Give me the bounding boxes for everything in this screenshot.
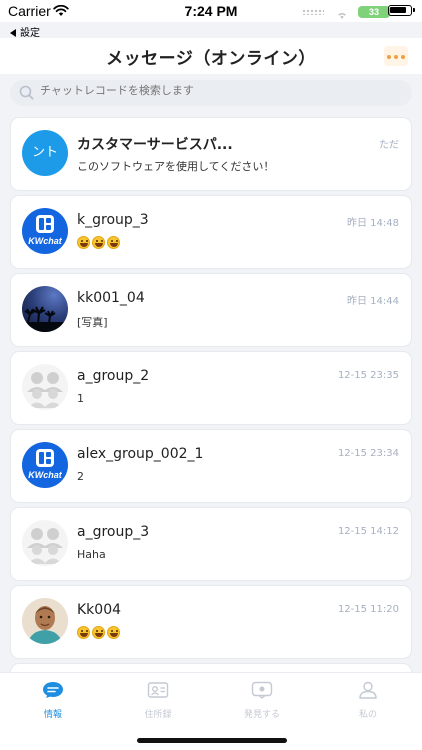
tab-profile[interactable]: 私の xyxy=(338,681,398,720)
person-cartoon-icon xyxy=(22,598,68,644)
background-status-icons: 33 xyxy=(302,6,392,19)
search-icon xyxy=(19,85,34,104)
conversation-time: 12-15 23:35 xyxy=(337,370,399,381)
conversation-name: kk001_04 xyxy=(77,290,145,306)
contacts-icon xyxy=(147,682,169,698)
more-options-button[interactable] xyxy=(384,46,408,66)
group-people-icon xyxy=(27,372,63,408)
conversation-preview xyxy=(77,626,122,640)
kwchat-avatar: KWchat xyxy=(22,208,68,254)
grinning-emoji-icon xyxy=(107,236,120,249)
conversation-preview: Haha xyxy=(77,548,106,561)
chat-bubble-icon xyxy=(43,682,63,698)
group-avatar xyxy=(22,364,68,410)
conversation-name: カスタマーサービスパ... xyxy=(77,137,233,153)
person-avatar xyxy=(22,598,68,644)
tab-label: 発見する xyxy=(243,710,280,720)
status-bar: Carrier 7:24 PM 33 xyxy=(0,0,422,22)
tab-messages[interactable]: 情報 xyxy=(23,681,83,720)
conversation-preview: 2 xyxy=(77,470,84,483)
night-sky-avatar xyxy=(22,286,68,332)
more-dot-icon xyxy=(387,55,391,59)
group-people-icon xyxy=(27,528,63,564)
tab-contacts[interactable]: 住所録 xyxy=(128,681,188,720)
grinning-emoji-icon xyxy=(107,626,120,639)
search-bar[interactable] xyxy=(10,80,412,106)
kwchat-avatar: KWchat xyxy=(22,442,68,488)
palm-trees-icon xyxy=(22,306,68,332)
more-dot-icon xyxy=(394,55,398,59)
grinning-emoji-icon xyxy=(92,236,105,249)
tab-discover[interactable]: 発見する xyxy=(232,681,292,720)
grinning-emoji-icon xyxy=(92,626,105,639)
profile-icon xyxy=(359,681,377,699)
battery-percent-badge: 33 xyxy=(358,6,390,18)
home-indicator[interactable] xyxy=(137,738,287,743)
conversation-item[interactable]: a_group_2 1 12-15 23:35 xyxy=(11,352,411,424)
conversation-time: ただ xyxy=(379,140,399,151)
group-avatar xyxy=(22,520,68,566)
signal-dots-icon xyxy=(302,9,324,15)
conversation-name: k_group_3 xyxy=(77,212,149,228)
battery-icon xyxy=(388,5,415,16)
kwchat-logo-icon xyxy=(36,449,54,467)
nav-bar: メッセージ（オンライン） xyxy=(0,38,422,74)
conversation-preview: 1 xyxy=(77,392,84,405)
discover-icon xyxy=(251,681,273,699)
tab-label: 住所録 xyxy=(144,710,172,720)
conversation-time: 昨日 14:48 xyxy=(347,218,399,229)
conversation-preview: [写真] xyxy=(77,316,108,329)
back-to-settings-link[interactable]: 設定 xyxy=(10,24,40,39)
conversation-item[interactable]: Kk004 12-15 11:20 xyxy=(11,586,411,658)
more-dot-icon xyxy=(401,55,405,59)
search-input[interactable] xyxy=(40,84,400,97)
wifi-icon xyxy=(336,7,348,25)
grinning-emoji-icon xyxy=(77,626,90,639)
conversation-item[interactable]: kk001_04 [写真] 昨日 14:44 xyxy=(11,274,411,346)
conversation-name: alex_group_002_1 xyxy=(77,446,204,462)
conversation-name: a_group_3 xyxy=(77,524,150,540)
tab-label: 私の xyxy=(358,710,377,720)
conversation-time: 12-15 11:20 xyxy=(337,604,399,615)
conversation-time: 12-15 14:12 xyxy=(337,526,399,537)
kwchat-logo-icon xyxy=(36,215,54,233)
page-title: メッセージ（オンライン） xyxy=(106,49,316,69)
conversation-preview xyxy=(77,236,122,250)
conversation-item[interactable]: a_group_3 Haha 12-15 14:12 xyxy=(11,508,411,580)
grinning-emoji-icon xyxy=(77,236,90,249)
back-arrow-icon xyxy=(10,29,16,37)
conversation-name: Kk004 xyxy=(77,602,122,618)
conversation-item[interactable]: ント カスタマーサービスパ... このソフトウェアを使用してください！ ただ xyxy=(11,118,411,190)
kwchat-logo-text: KWchat xyxy=(28,236,62,246)
conversation-time: 12-15 23:34 xyxy=(337,448,399,459)
conversation-item[interactable]: KWchat alex_group_002_1 2 12-15 23:34 xyxy=(11,430,411,502)
tab-label: 情報 xyxy=(43,710,62,720)
kwchat-logo-text: KWchat xyxy=(28,470,62,480)
conversation-name: a_group_2 xyxy=(77,368,150,384)
customer-service-avatar: ント xyxy=(22,130,68,176)
conversation-item[interactable]: KWchat k_group_3 昨日 14:48 xyxy=(11,196,411,268)
conversation-time: 昨日 14:44 xyxy=(347,296,399,307)
conversation-preview: このソフトウェアを使用してください！ xyxy=(77,160,275,173)
